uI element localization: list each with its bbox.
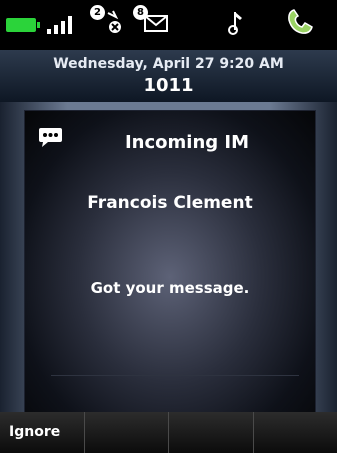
- divider: [51, 375, 299, 376]
- voicemail-icon[interactable]: 8: [133, 5, 173, 33]
- phone-handset-icon: [284, 8, 318, 40]
- softkey-2[interactable]: [85, 412, 169, 453]
- softkey-3[interactable]: [169, 412, 254, 453]
- message-text: Got your message.: [90, 279, 250, 297]
- missed-call-icon[interactable]: 2: [90, 5, 126, 33]
- header: Wednesday, April 27 9:20 AM 1011: [0, 50, 337, 102]
- battery-icon: [6, 18, 40, 32]
- signal-icon: [45, 14, 77, 34]
- softkey-4[interactable]: [254, 412, 337, 453]
- ignore-button[interactable]: Ignore: [0, 412, 85, 453]
- incoming-im-dialog: Incoming IM Francois Clement Got your me…: [24, 110, 316, 414]
- extension-number: 1011: [143, 75, 194, 96]
- music-note-icon: [228, 10, 246, 40]
- status-bar: 2 8: [0, 0, 337, 40]
- sender-name: Francois Clement: [87, 193, 253, 213]
- softkey-bar: Ignore: [0, 412, 337, 453]
- date-time: Wednesday, April 27 9:20 AM: [53, 56, 284, 72]
- ignore-button-label: Ignore: [9, 424, 61, 440]
- dialog-title: Incoming IM: [124, 132, 250, 153]
